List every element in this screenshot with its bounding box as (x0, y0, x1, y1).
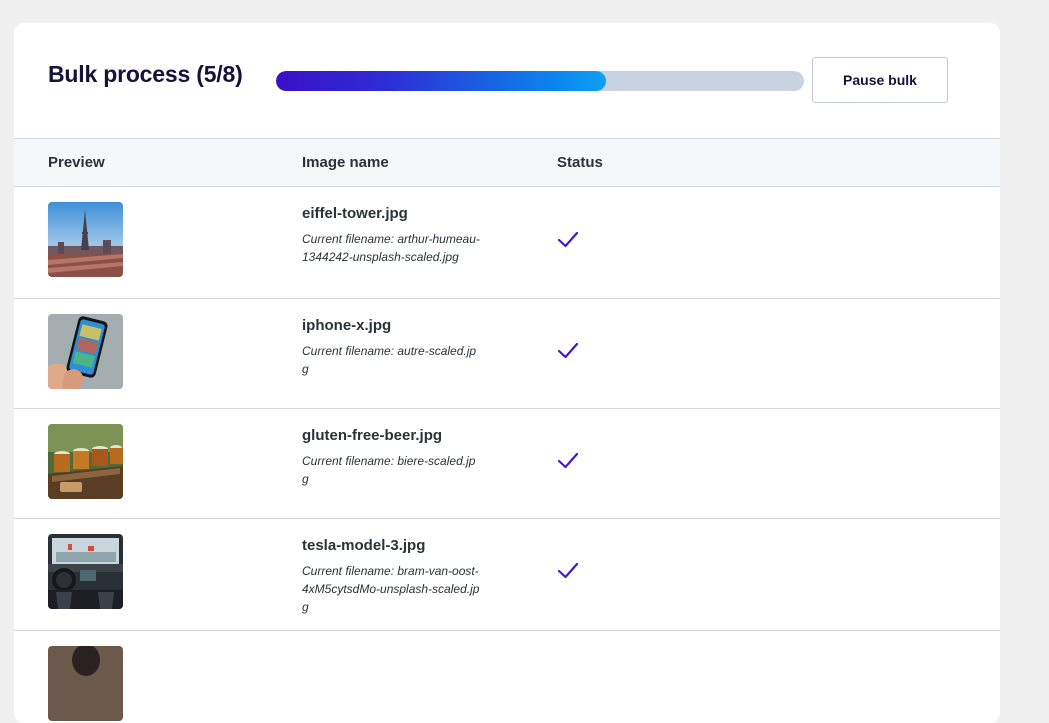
current-filename: Current filename: bram-van-oost-4xM5cyts… (302, 564, 480, 614)
table-row: tesla-model-3.jpg Current filename: bram… (14, 519, 1000, 631)
column-header-image-name: Image name (302, 154, 389, 171)
image-name: gluten-free-beer.jpg (302, 427, 443, 444)
table-row: iphone-x.jpg Current filename: autre-sca… (14, 299, 1000, 409)
iphone-photo (48, 314, 123, 389)
page-title: Bulk process (5/8) (48, 61, 243, 87)
progress-bar-fill (276, 71, 606, 91)
image-name: eiffel-tower.jpg (302, 205, 408, 222)
table-row: eiffel-tower.jpg Current filename: arthu… (14, 187, 1000, 299)
current-filename: Current filename: arthur-humeau-1344242-… (302, 232, 480, 264)
pause-bulk-button[interactable]: Pause bulk (812, 57, 948, 103)
image-name: tesla-model-3.jpg (302, 537, 426, 554)
table-row: gluten-free-beer.jpg Current filename: b… (14, 409, 1000, 519)
column-header-preview: Preview (48, 154, 105, 171)
table-header: Preview Image name Status (14, 139, 1000, 187)
portrait-photo (48, 646, 123, 721)
column-header-status: Status (557, 154, 603, 171)
checkmark-icon (557, 452, 579, 469)
image-name-cell: tesla-model-3.jpg Current filename: bram… (302, 537, 502, 616)
progress-bar (276, 71, 804, 91)
image-name-cell: iphone-x.jpg Current filename: autre-sca… (302, 317, 502, 378)
checkmark-icon (557, 562, 579, 579)
checkmark-icon (557, 342, 579, 359)
image-name-cell: eiffel-tower.jpg Current filename: arthu… (302, 205, 502, 266)
bulk-process-card: Bulk process (5/8) Pause bulk Preview Im… (14, 23, 1000, 723)
image-name: iphone-x.jpg (302, 317, 392, 334)
beer-photo (48, 424, 123, 499)
current-filename: Current filename: autre-scaled.jpg (302, 344, 477, 376)
eiffel-tower-photo (48, 202, 123, 277)
table-row (14, 631, 1000, 723)
car-interior-photo (48, 534, 123, 609)
image-name-cell: gluten-free-beer.jpg Current filename: b… (302, 427, 502, 488)
current-filename: Current filename: biere-scaled.jpg (302, 454, 476, 486)
checkmark-icon (557, 231, 579, 248)
bulk-header: Bulk process (5/8) Pause bulk (14, 23, 1000, 139)
